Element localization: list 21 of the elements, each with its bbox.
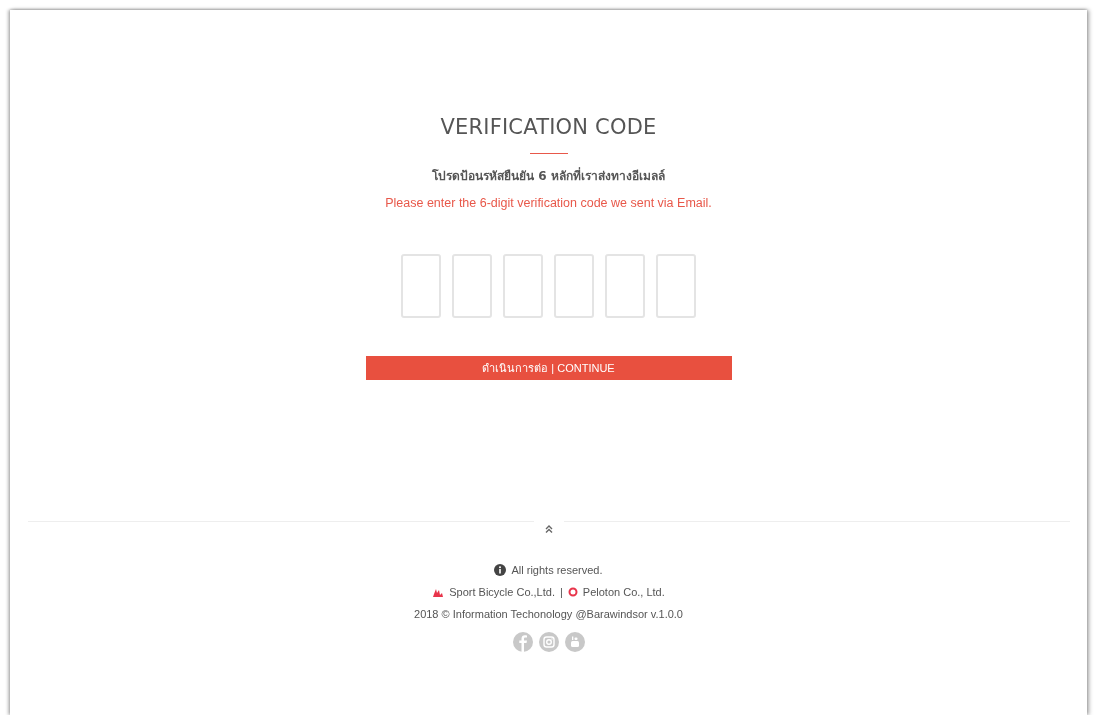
scroll-up-icon[interactable] xyxy=(543,524,554,534)
separator-text: | xyxy=(560,586,563,598)
youtube-icon[interactable] xyxy=(564,632,585,652)
instagram-icon[interactable] xyxy=(538,632,559,652)
ring-logo-icon xyxy=(567,587,578,597)
code-digit-field[interactable] xyxy=(452,254,492,318)
code-digit-field[interactable] xyxy=(605,254,645,318)
continue-button[interactable]: ดำเนินการต่อ | CONTINUE xyxy=(365,356,732,380)
copyright-text: 2018 © Information Techonology @Barawindsor v.1.0.0 xyxy=(414,608,683,620)
info-icon xyxy=(494,564,507,576)
code-digit-field[interactable] xyxy=(656,254,696,318)
company-name: Sport Bicycle Co.,Ltd. xyxy=(449,586,555,598)
code-digit-field[interactable] xyxy=(554,254,594,318)
company-name: Peloton Co., Ltd. xyxy=(582,586,665,598)
instruction-text: Please enter the 6-digit verification code we sent via Email. xyxy=(385,196,712,210)
page-title: VERIFICATION CODE xyxy=(440,115,657,139)
instruction-text: โปรดป้อนรหัสยืนยัน 6 หลักที่เราส่งทางอีเมลล์ xyxy=(432,166,665,185)
facebook-icon[interactable] xyxy=(512,632,533,652)
rights-text: All rights reserved. xyxy=(511,564,603,576)
code-digit-field[interactable] xyxy=(503,254,543,318)
code-digit-field[interactable] xyxy=(401,254,441,318)
